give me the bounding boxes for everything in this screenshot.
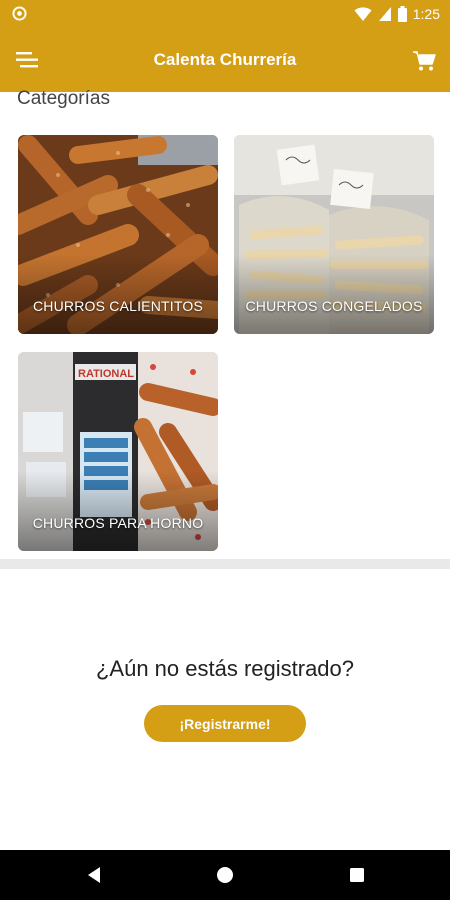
category-card-churros-congelados[interactable]: CHURROS CONGELADOS [234,135,434,334]
back-icon[interactable] [85,865,105,885]
register-prompt: ¿Aún no estás registrado? [95,656,355,681]
category-card-churros-para-horno[interactable]: RATIONAL CHURROS PARA HORNO [18,352,218,551]
wifi-icon [354,7,372,21]
register-button[interactable]: ¡Registrarme! [144,705,306,742]
app-bar: Calenta Churrería [0,28,450,92]
signal-icon [378,7,391,21]
status-bar: 1:25 [0,0,450,28]
section-divider [0,559,450,569]
system-nav-bar [0,850,450,900]
status-time: 1:25 [412,6,440,22]
home-icon[interactable] [215,865,235,885]
notification-circle-icon [12,6,27,21]
shopping-cart-icon[interactable] [412,50,436,72]
category-label: CHURROS PARA HORNO [32,515,204,531]
category-label: CHURROS CONGELADOS [245,298,423,314]
battery-icon [397,6,407,22]
category-card-churros-calientitos[interactable]: CHURROS CALIENTITOS [18,135,218,334]
svg-text:RATIONAL: RATIONAL [78,368,134,380]
category-label: CHURROS CALIENTITOS [32,298,203,314]
app-title: Calenta Churrería [153,50,297,69]
recents-icon[interactable] [347,865,367,885]
categories-heading: Categorías [17,88,110,109]
